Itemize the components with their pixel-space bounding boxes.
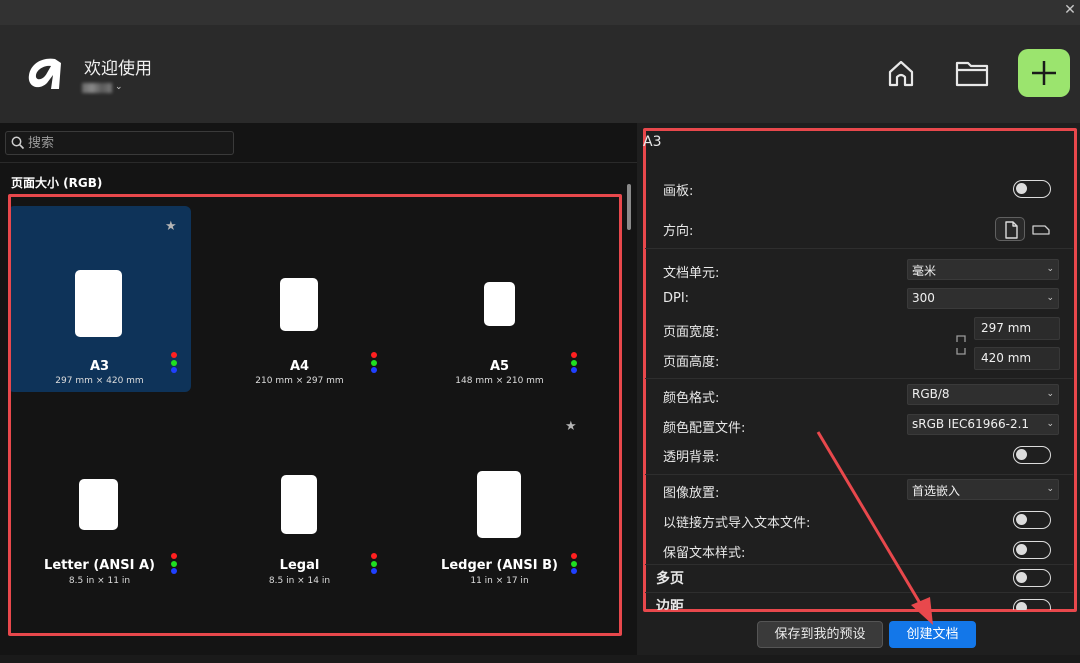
highlight-box-settings	[643, 128, 1077, 612]
plus-icon	[1032, 61, 1056, 85]
import-linked-label: 以链接方式导入文本文件:	[663, 516, 811, 531]
section-title: 页面大小 (RGB)	[11, 176, 103, 190]
portrait-icon	[1005, 221, 1018, 239]
image-placement-select[interactable]: 首选嵌入 ⌄	[907, 479, 1059, 500]
dpi-select[interactable]: 300 ⌄	[907, 288, 1059, 309]
page-height-label: 页面高度:	[663, 355, 720, 370]
color-profile-label: 颜色配置文件:	[663, 421, 746, 436]
search-input[interactable]	[28, 134, 228, 152]
image-placement-label: 图像放置:	[663, 486, 720, 501]
welcome-text: 欢迎使用	[84, 59, 152, 79]
user-account-dropdown[interactable]: ⌄	[82, 80, 123, 94]
divider	[0, 162, 637, 163]
transparent-bg-label: 透明背景:	[663, 450, 720, 465]
margins-label: 边距	[656, 599, 684, 610]
chevron-down-icon: ⌄	[115, 82, 123, 92]
divider	[645, 564, 1073, 565]
divider	[645, 248, 1073, 249]
multipage-toggle[interactable]	[1013, 569, 1051, 587]
chevron-down-icon: ⌄	[1046, 293, 1054, 303]
preset-title: A3	[643, 134, 662, 150]
divider	[645, 592, 1073, 593]
landscape-icon[interactable]	[1032, 222, 1050, 236]
color-format-select[interactable]: RGB/8 ⌄	[907, 384, 1059, 405]
image-placement-value: 首选嵌入	[912, 484, 961, 498]
chevron-down-icon: ⌄	[1046, 264, 1054, 274]
artboard-toggle[interactable]	[1013, 180, 1051, 198]
user-name-blurred	[82, 83, 112, 93]
save-preset-button[interactable]: 保存到我的预设	[757, 621, 883, 648]
page-height-input[interactable]: 420 mm	[974, 347, 1060, 370]
divider	[645, 474, 1073, 475]
new-document-button[interactable]	[1018, 49, 1070, 97]
color-profile-select[interactable]: sRGB IEC61966-2.1 ⌄	[907, 414, 1059, 435]
home-icon	[888, 60, 914, 87]
transparent-bg-toggle[interactable]	[1013, 446, 1051, 464]
page-width-input[interactable]: 297 mm	[974, 317, 1060, 340]
color-profile-value: sRGB IEC61966-2.1	[912, 417, 1030, 431]
orientation-label: 方向:	[663, 224, 694, 239]
search-icon	[11, 136, 25, 150]
page-width-label: 页面宽度:	[663, 325, 720, 340]
title-bar: ✕	[0, 0, 1080, 25]
header: 欢迎使用 ⌄	[0, 25, 1080, 123]
keep-text-style-toggle[interactable]	[1013, 541, 1051, 559]
open-folder-button[interactable]	[949, 50, 995, 96]
doc-units-value: 毫米	[912, 264, 937, 278]
create-document-button[interactable]: 创建文档	[889, 621, 976, 648]
app-logo	[28, 58, 61, 89]
chevron-down-icon: ⌄	[1046, 484, 1054, 494]
doc-units-select[interactable]: 毫米 ⌄	[907, 259, 1059, 280]
doc-units-label: 文档单元:	[663, 266, 720, 281]
chevron-down-icon: ⌄	[1046, 419, 1054, 429]
folder-icon	[955, 61, 989, 87]
color-format-value: RGB/8	[912, 387, 950, 401]
margins-toggle[interactable]	[1013, 599, 1051, 610]
chevron-down-icon: ⌄	[1046, 389, 1054, 399]
import-linked-toggle[interactable]	[1013, 511, 1051, 529]
margins-row-clip: 边距	[648, 596, 1074, 610]
divider	[645, 378, 1073, 379]
dpi-value: 300	[912, 291, 935, 305]
dpi-label: DPI:	[663, 291, 690, 306]
color-format-label: 颜色格式:	[663, 391, 720, 406]
link-icon[interactable]	[955, 333, 967, 357]
multipage-label: 多页	[656, 571, 684, 587]
highlight-box-presets	[8, 194, 622, 636]
artboard-label: 画板:	[663, 184, 694, 199]
home-button[interactable]	[878, 50, 924, 96]
close-icon[interactable]: ✕	[1062, 2, 1078, 18]
scrollbar[interactable]	[627, 184, 631, 230]
keep-text-style-label: 保留文本样式:	[663, 546, 746, 561]
portrait-button[interactable]	[995, 217, 1025, 241]
search-box[interactable]	[5, 131, 234, 155]
